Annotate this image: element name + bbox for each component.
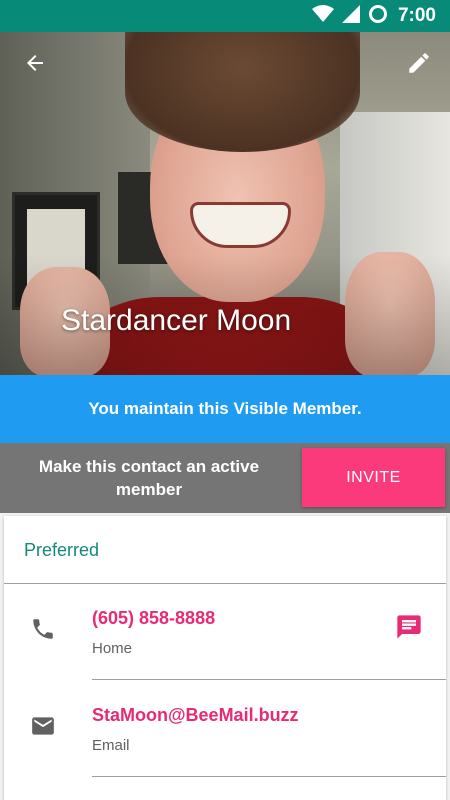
contact-details-card: Preferred (605) 858-8888 Home StaMoon@Be… xyxy=(4,516,446,800)
divider xyxy=(92,679,446,680)
status-bar: 7:00 xyxy=(0,0,450,32)
clock-time: 7:00 xyxy=(397,5,436,26)
pencil-icon xyxy=(406,50,432,81)
invite-button[interactable]: INVITE xyxy=(302,448,445,507)
arrow-back-icon xyxy=(23,51,47,80)
contact-name: Stardancer Moon xyxy=(61,304,292,337)
phone-icon xyxy=(28,614,58,644)
edit-button[interactable] xyxy=(398,44,440,86)
contact-photo-header: Stardancer Moon xyxy=(0,32,450,375)
email-icon xyxy=(28,711,58,741)
contact-detail-screen: 7:00 Stardancer Moon You maintain this V… xyxy=(0,0,450,800)
invite-message: Make this contact an active member xyxy=(38,457,260,499)
divider xyxy=(92,776,446,777)
status-icons: 7:00 xyxy=(311,0,436,32)
visible-member-banner: You maintain this Visible Member. xyxy=(0,375,450,443)
email-row[interactable]: StaMoon@BeeMail.buzz Email xyxy=(4,681,446,777)
phone-row[interactable]: (605) 858-8888 Home xyxy=(4,584,446,680)
phone-type-label: Home xyxy=(92,640,133,657)
photo-hair xyxy=(125,32,360,152)
email-address[interactable]: StaMoon@BeeMail.buzz xyxy=(92,705,299,726)
cell-signal-icon xyxy=(341,4,360,28)
banner-text: You maintain this Visible Member. xyxy=(88,399,362,418)
wifi-icon xyxy=(311,4,334,28)
invite-bar: Make this contact an active member INVIT… xyxy=(0,443,450,513)
do-not-disturb-icon xyxy=(368,4,388,29)
section-title-preferred: Preferred xyxy=(24,540,100,560)
message-icon xyxy=(395,613,423,646)
email-type-label: Email xyxy=(92,737,130,754)
send-message-button[interactable] xyxy=(392,612,426,646)
phone-number[interactable]: (605) 858-8888 xyxy=(92,608,215,629)
back-button[interactable] xyxy=(14,44,56,86)
